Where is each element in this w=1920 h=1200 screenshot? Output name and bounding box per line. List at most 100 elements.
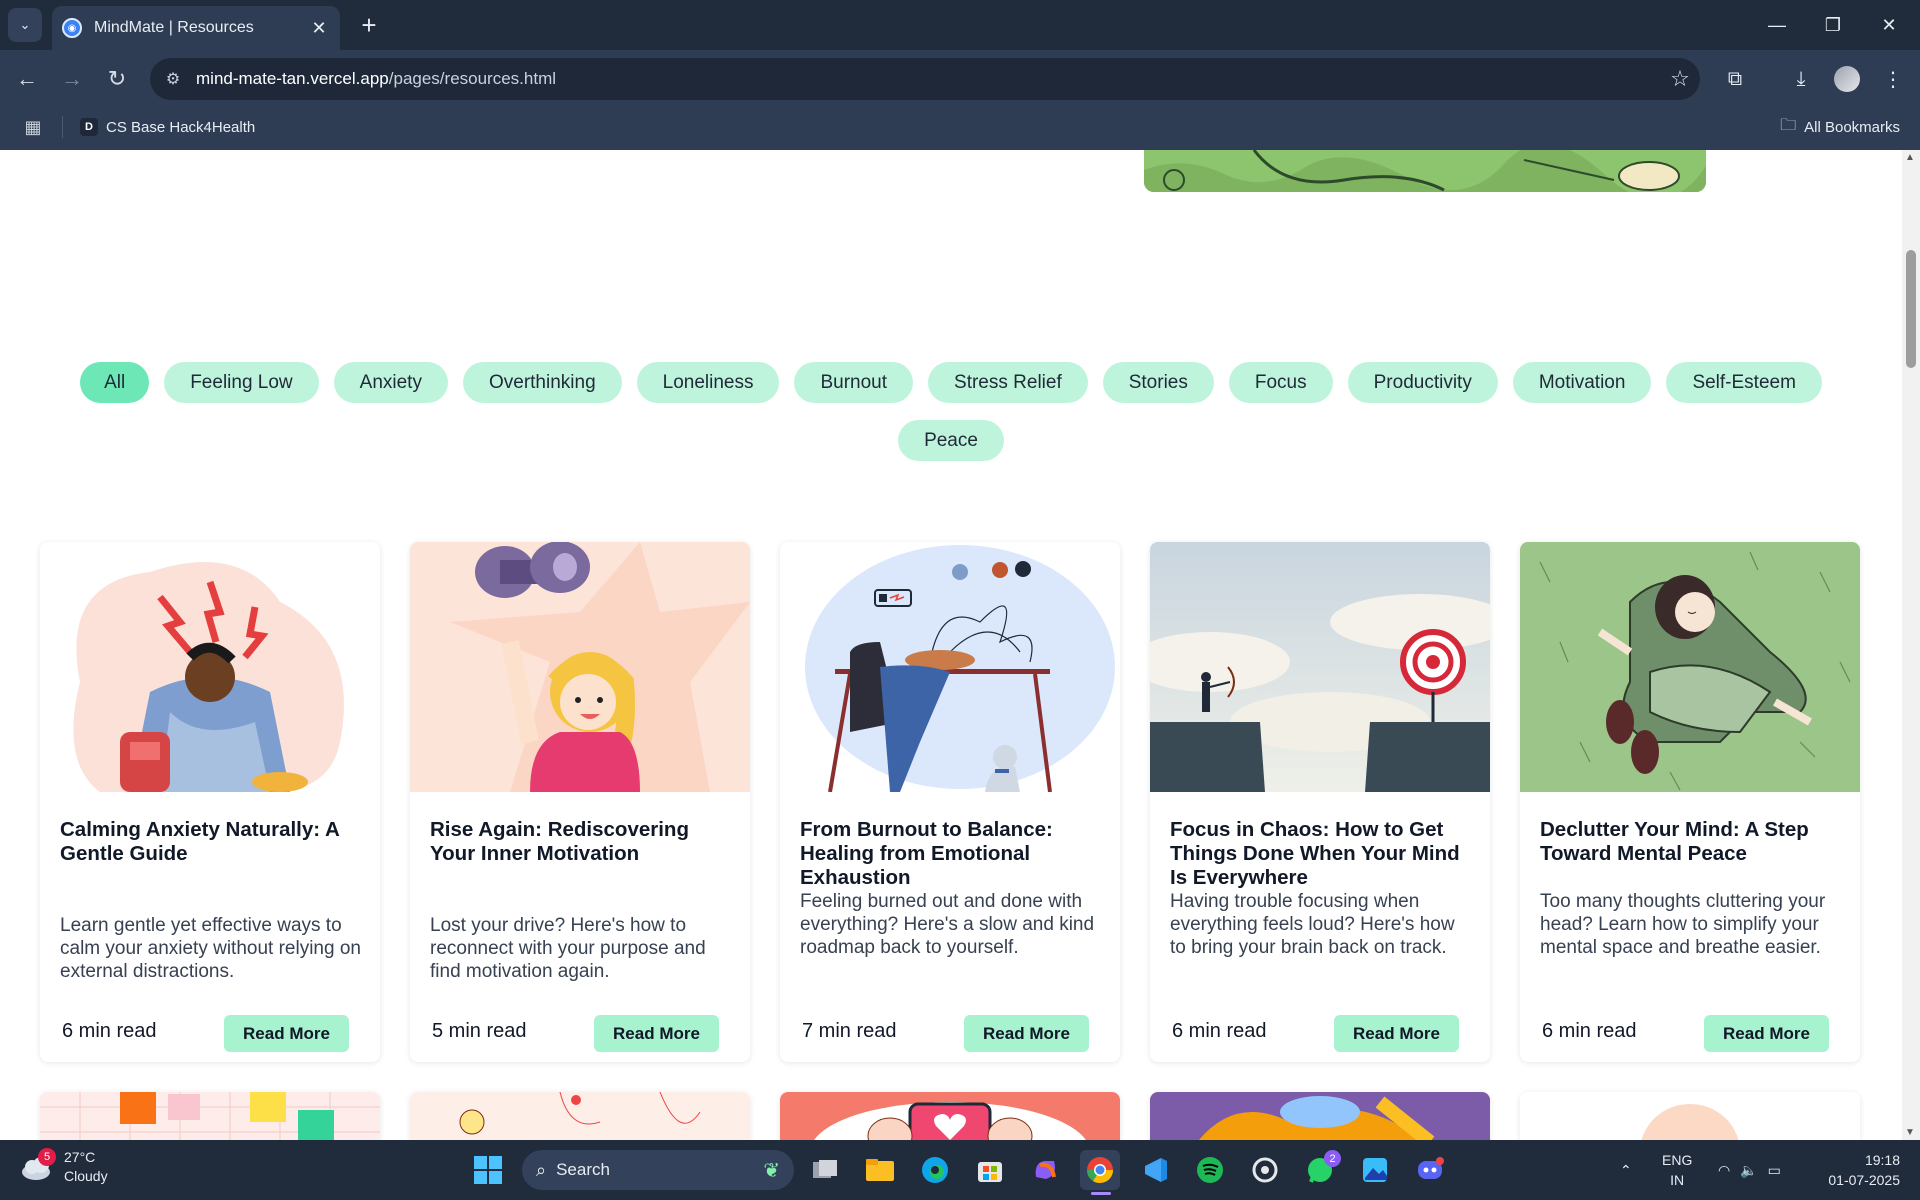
forward-button[interactable]: → [55, 62, 89, 96]
read-more-button[interactable]: Read More [224, 1015, 349, 1052]
card-image [780, 542, 1120, 792]
battery-icon[interactable]: ▭ [1768, 1162, 1781, 1179]
read-more-button[interactable]: Read More [1704, 1015, 1829, 1052]
resource-card[interactable]: From Burnout to Balance: Healing from Em… [780, 542, 1120, 1062]
spotify-icon[interactable] [1190, 1150, 1230, 1190]
tab-search-button[interactable]: ⌄ [0, 0, 50, 50]
file-explorer-icon[interactable] [860, 1150, 900, 1190]
minimize-button[interactable]: — [1749, 0, 1805, 50]
discord-icon[interactable] [1410, 1150, 1450, 1190]
language-indicator[interactable]: ENG IN [1662, 1150, 1692, 1190]
scrollbar-thumb[interactable] [1906, 250, 1916, 368]
page-scrollbar[interactable]: ▲ ▼ [1902, 150, 1920, 1140]
filter-chip-feeling-low[interactable]: Feeling Low [164, 362, 319, 403]
resource-card-grid: Calming Anxiety Naturally: A Gentle Guid… [40, 542, 1860, 1062]
close-window-button[interactable]: ✕ [1861, 0, 1917, 50]
weather-widget[interactable]: 5 27°C Cloudy [20, 1148, 108, 1186]
filter-chip-self-esteem[interactable]: Self-Esteem [1666, 362, 1822, 403]
plant-icon: ❦ [763, 1159, 780, 1182]
resource-card-row-2 [40, 1092, 1860, 1140]
read-more-button[interactable]: Read More [594, 1015, 719, 1052]
bookmark-label: CS Base Hack4Health [106, 118, 256, 136]
restore-button[interactable]: ❐ [1805, 0, 1861, 50]
browser-tab[interactable]: ◉ MindMate | Resources ✕ [52, 6, 340, 50]
tray-overflow-icon[interactable]: ⌃ [1620, 1150, 1632, 1190]
apps-grid-icon[interactable]: ▦ [20, 114, 46, 140]
read-time: 6 min read [62, 1020, 157, 1042]
resource-card[interactable]: Rise Again: Rediscovering Your Inner Mot… [410, 542, 750, 1062]
filter-chip-motivation[interactable]: Motivation [1512, 362, 1652, 403]
photos-icon[interactable] [1355, 1150, 1395, 1190]
reload-button[interactable]: ↻ [100, 62, 134, 96]
copilot-icon[interactable] [1025, 1150, 1065, 1190]
filter-chip-stress-relief[interactable]: Stress Relief [928, 362, 1088, 403]
card-description: Feeling burned out and done with everyth… [800, 891, 1095, 958]
filter-chip-anxiety[interactable]: Anxiety [333, 362, 448, 403]
card-description: Learn gentle yet effective ways to calm … [60, 915, 361, 982]
card-title: Declutter Your Mind: A Step Toward Menta… [1540, 818, 1809, 865]
page-viewport: All Feeling Low Anxiety Overthinking Lonelin… [0, 150, 1902, 1140]
resource-card[interactable] [780, 1092, 1120, 1140]
whatsapp-icon[interactable]: 2 [1300, 1150, 1341, 1190]
wifi-icon[interactable]: ◠ [1718, 1162, 1730, 1179]
filter-chip-focus[interactable]: Focus [1228, 362, 1333, 403]
taskbar-clock[interactable]: 19:18 01-07-2025 [1828, 1150, 1900, 1190]
site-info-icon[interactable]: ⚙ [156, 62, 190, 96]
resource-card[interactable]: Calming Anxiety Naturally: A Gentle Guid… [40, 542, 380, 1062]
address-bar[interactable]: ⚙ mind-mate-tan.vercel.app/pages/resourc… [150, 58, 1700, 100]
resource-card[interactable]: Declutter Your Mind: A Step Toward Menta… [1520, 542, 1860, 1062]
extensions-icon[interactable]: ⧉ [1718, 62, 1752, 96]
resource-card[interactable] [410, 1092, 750, 1140]
card-description: Too many thoughts cluttering your head? … [1540, 891, 1826, 958]
all-bookmarks-button[interactable]: 🗀 All Bookmarks [1780, 114, 1900, 140]
whatsapp-badge: 2 [1324, 1150, 1341, 1167]
weather-desc: Cloudy [64, 1168, 108, 1184]
chrome-icon[interactable] [1080, 1150, 1120, 1190]
filter-chip-burnout[interactable]: Burnout [794, 362, 914, 403]
microsoft-store-icon[interactable] [970, 1150, 1010, 1190]
resource-card[interactable]: Focus in Chaos: How to Get Things Done W… [1150, 542, 1490, 1062]
vscode-icon[interactable] [1135, 1150, 1175, 1190]
lang-code: ENG [1662, 1152, 1693, 1168]
read-more-button[interactable]: Read More [1334, 1015, 1459, 1052]
clock-time: 19:18 [1864, 1152, 1900, 1168]
card-image [1520, 542, 1860, 792]
taskbar-search[interactable]: ⌕ Search ❦ [522, 1150, 794, 1190]
bookmark-star-icon[interactable]: ☆ [1660, 66, 1700, 92]
edge-browser-icon[interactable] [915, 1150, 955, 1190]
resource-card[interactable] [1520, 1092, 1860, 1140]
filter-chip-overthinking[interactable]: Overthinking [462, 362, 622, 403]
taskbar-search-label: Search [556, 1160, 610, 1179]
chevron-down-icon: ⌄ [8, 8, 42, 42]
menu-icon[interactable]: ⋮ [1876, 62, 1910, 96]
filter-chip-stories[interactable]: Stories [1102, 362, 1214, 403]
bookmark-item[interactable]: D CS Base Hack4Health [80, 114, 255, 140]
profile-avatar[interactable] [1830, 62, 1864, 96]
filter-chip-peace[interactable]: Peace [898, 420, 1004, 461]
filter-chip-loneliness[interactable]: Loneliness [636, 362, 780, 403]
lang-region: IN [1670, 1172, 1685, 1188]
close-tab-icon[interactable]: ✕ [308, 17, 330, 39]
hero-image [1144, 150, 1706, 192]
filter-chip-all[interactable]: All [80, 362, 150, 403]
cloud-icon: 5 [20, 1148, 56, 1182]
filter-chip-productivity[interactable]: Productivity [1347, 362, 1498, 403]
card-description: Having trouble focusing when everything … [1170, 891, 1455, 958]
url-text: mind-mate-tan.vercel.app/pages/resources… [196, 69, 557, 88]
mindmate-favicon-icon: ◉ [62, 18, 82, 38]
scroll-down-icon[interactable]: ▼ [1905, 1127, 1915, 1138]
scroll-up-icon[interactable]: ▲ [1905, 152, 1915, 163]
windows-start-icon[interactable] [468, 1150, 508, 1190]
system-tray[interactable]: ◠ 🔈 ▭ [1718, 1150, 1781, 1190]
card-image [1150, 542, 1490, 792]
read-more-button[interactable]: Read More [964, 1015, 1089, 1052]
new-tab-button[interactable]: + [352, 8, 386, 42]
resource-card[interactable] [1150, 1092, 1490, 1140]
task-view-icon[interactable] [805, 1150, 845, 1190]
chatgpt-icon[interactable] [1245, 1150, 1285, 1190]
resource-card[interactable] [40, 1092, 380, 1140]
card-image [410, 542, 750, 792]
back-button[interactable]: ← [10, 62, 44, 96]
download-icon[interactable]: ⤓ [1784, 62, 1818, 96]
volume-icon[interactable]: 🔈 [1740, 1162, 1757, 1179]
